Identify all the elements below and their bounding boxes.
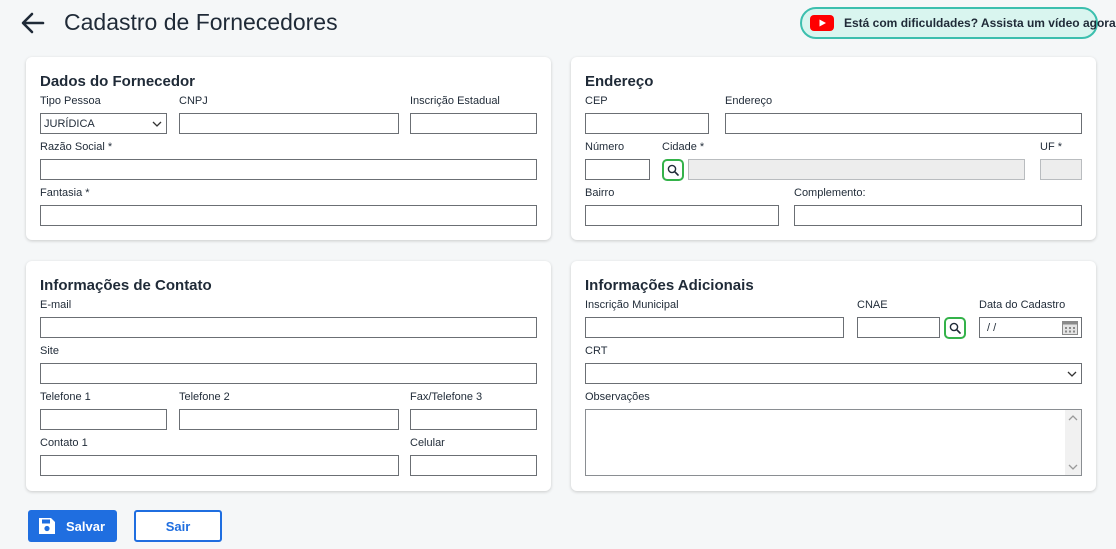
email-label: E-mail (40, 299, 72, 311)
numero-input[interactable] (585, 159, 650, 180)
help-text: Está com dificuldades? Assista um vídeo … (844, 16, 1116, 30)
observacoes-scrollbar[interactable] (1065, 410, 1081, 475)
cnpj-input[interactable] (179, 113, 399, 134)
celular-input[interactable] (410, 455, 537, 476)
endereco-input[interactable] (725, 113, 1082, 134)
razao-social-input[interactable] (40, 159, 537, 180)
site-label: Site (40, 345, 59, 357)
email-input[interactable] (40, 317, 537, 338)
supplier-card: Dados do Fornecedor Tipo Pessoa JURÍDICA… (26, 57, 551, 240)
contact-card: Informações de Contato E-mail Site Telef… (26, 261, 551, 491)
cnpj-label: CNPJ (179, 95, 208, 107)
calendar-icon[interactable] (1062, 321, 1078, 335)
cnae-search-button[interactable] (944, 317, 966, 339)
floppy-disk-icon (39, 518, 55, 534)
tipo-pessoa-value: JURÍDICA (44, 117, 95, 130)
inscricao-municipal-label: Inscrição Municipal (585, 299, 679, 311)
fax-label: Fax/Telefone 3 (410, 391, 483, 403)
scroll-down-icon[interactable] (1065, 461, 1081, 473)
observacoes-textarea[interactable] (585, 409, 1082, 476)
telefone2-input[interactable] (179, 409, 399, 430)
fantasia-label: Fantasia * (40, 187, 90, 199)
inscricao-estadual-label: Inscrição Estadual (410, 95, 500, 107)
tipo-pessoa-select[interactable]: JURÍDICA (40, 113, 167, 134)
chevron-down-icon (1067, 371, 1077, 377)
telefone1-label: Telefone 1 (40, 391, 91, 403)
contato1-label: Contato 1 (40, 437, 88, 449)
cidade-input (688, 159, 1025, 180)
celular-label: Celular (410, 437, 445, 449)
header: Cadastro de Fornecedores Está com dificu… (0, 0, 1116, 48)
cnae-input[interactable] (857, 317, 940, 338)
arrow-left-icon[interactable] (20, 10, 46, 36)
contact-card-title: Informações de Contato (40, 277, 212, 294)
observacoes-label: Observações (585, 391, 650, 403)
bairro-input[interactable] (585, 205, 779, 226)
endereco-label: Endereço (725, 95, 773, 107)
contato1-input[interactable] (40, 455, 399, 476)
additional-card: Informações Adicionais Inscrição Municip… (571, 261, 1096, 491)
uf-input (1040, 159, 1082, 180)
search-icon (667, 164, 679, 176)
exit-button-label: Sair (165, 518, 191, 534)
tipo-pessoa-label: Tipo Pessoa (40, 95, 101, 107)
page-title: Cadastro de Fornecedores (64, 9, 338, 35)
chevron-down-icon (152, 121, 162, 127)
razao-social-label: Razão Social * (40, 141, 113, 153)
site-input[interactable] (40, 363, 537, 384)
inscricao-municipal-input[interactable] (585, 317, 844, 338)
save-button[interactable]: Salvar (28, 510, 117, 542)
cep-input[interactable] (585, 113, 709, 134)
crt-select[interactable] (585, 363, 1082, 384)
address-card: Endereço CEP Endereço Número Cidade * UF… (571, 57, 1096, 240)
inscricao-estadual-input[interactable] (410, 113, 537, 134)
supplier-card-title: Dados do Fornecedor (40, 73, 196, 90)
bairro-label: Bairro (585, 187, 615, 199)
additional-card-title: Informações Adicionais (585, 277, 754, 294)
cidade-label: Cidade * (662, 141, 705, 153)
telefone1-input[interactable] (40, 409, 167, 430)
uf-label: UF * (1040, 141, 1062, 153)
cnae-label: CNAE (857, 299, 888, 311)
telefone2-label: Telefone 2 (179, 391, 230, 403)
data-cadastro-input[interactable]: / / (979, 317, 1082, 338)
fantasia-input[interactable] (40, 205, 537, 226)
exit-button[interactable]: Sair (134, 510, 222, 542)
data-cadastro-label: Data do Cadastro (979, 299, 1066, 311)
numero-label: Número (585, 141, 625, 153)
fax-input[interactable] (410, 409, 537, 430)
crt-label: CRT (585, 345, 608, 357)
search-icon (949, 322, 961, 334)
address-card-title: Endereço (585, 73, 654, 90)
complemento-label: Complemento: (794, 187, 866, 199)
data-cadastro-value: / / (984, 321, 997, 334)
save-button-label: Salvar (66, 518, 106, 534)
cidade-search-button[interactable] (662, 159, 684, 181)
youtube-icon (810, 15, 834, 31)
scroll-up-icon[interactable] (1065, 412, 1081, 424)
help-video-banner[interactable]: Está com dificuldades? Assista um vídeo … (800, 7, 1116, 39)
complemento-input[interactable] (794, 205, 1082, 226)
cep-label: CEP (585, 95, 608, 107)
